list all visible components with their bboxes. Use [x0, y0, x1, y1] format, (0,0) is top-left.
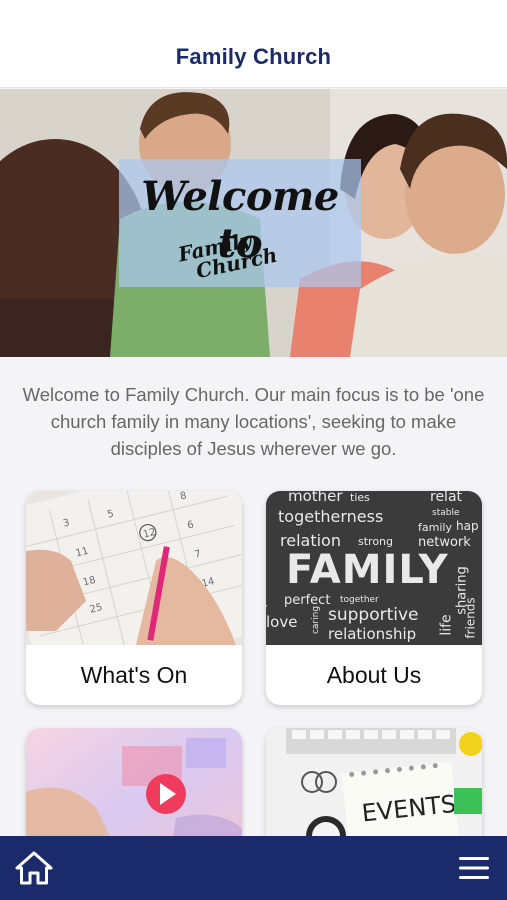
- whats-on-label: What's On: [80, 661, 188, 688]
- word-cloud-word: ties: [350, 491, 370, 504]
- family-word-cloud: mother ties relat togetherness stable fa…: [266, 491, 482, 645]
- about-us-tile[interactable]: mother ties relat togetherness stable fa…: [266, 491, 482, 705]
- word-cloud-word: parenthood: [266, 543, 269, 608]
- home-button[interactable]: [15, 849, 53, 887]
- intro-text: Welcome to Family Church. Our main focus…: [22, 384, 485, 459]
- word-cloud-word: relat: [430, 491, 463, 505]
- word-cloud-word: family: [418, 521, 452, 534]
- app-header: Family Church: [0, 0, 507, 88]
- hero-banner: Welcome to Family Church: [0, 89, 507, 357]
- word-cloud-word: mother: [288, 491, 343, 505]
- word-cloud-word: hap: [456, 519, 479, 533]
- whats-on-tile[interactable]: 358 101112 6187 242514 What's On: [26, 491, 242, 705]
- word-cloud-word: life: [438, 614, 455, 636]
- word-cloud-word: FAMILY: [286, 547, 449, 593]
- word-cloud-word: love: [266, 613, 298, 631]
- word-cloud-word: perfect: [284, 593, 331, 608]
- word-cloud-word: friends: [463, 597, 478, 639]
- calendar-photo: 358 101112 6187 242514: [26, 491, 242, 645]
- hamburger-menu-icon: [459, 857, 489, 879]
- home-icon: [15, 851, 53, 885]
- app-screen: Family Church Welcome to Family Church W…: [0, 0, 507, 900]
- menu-button[interactable]: [458, 855, 490, 881]
- welcome-overlay: Welcome to Family Church: [119, 159, 361, 287]
- word-cloud-word: relationship: [328, 625, 417, 643]
- word-cloud-word: together: [340, 595, 379, 605]
- word-cloud-word: supportive: [328, 605, 419, 625]
- word-cloud-word: caring: [311, 605, 322, 635]
- bottom-navigation-bar: [0, 836, 507, 900]
- about-us-label: About Us: [326, 661, 422, 688]
- word-cloud-word: stable: [432, 508, 460, 518]
- page-title: Family Church: [175, 44, 332, 69]
- word-cloud-word: togetherness: [278, 507, 384, 526]
